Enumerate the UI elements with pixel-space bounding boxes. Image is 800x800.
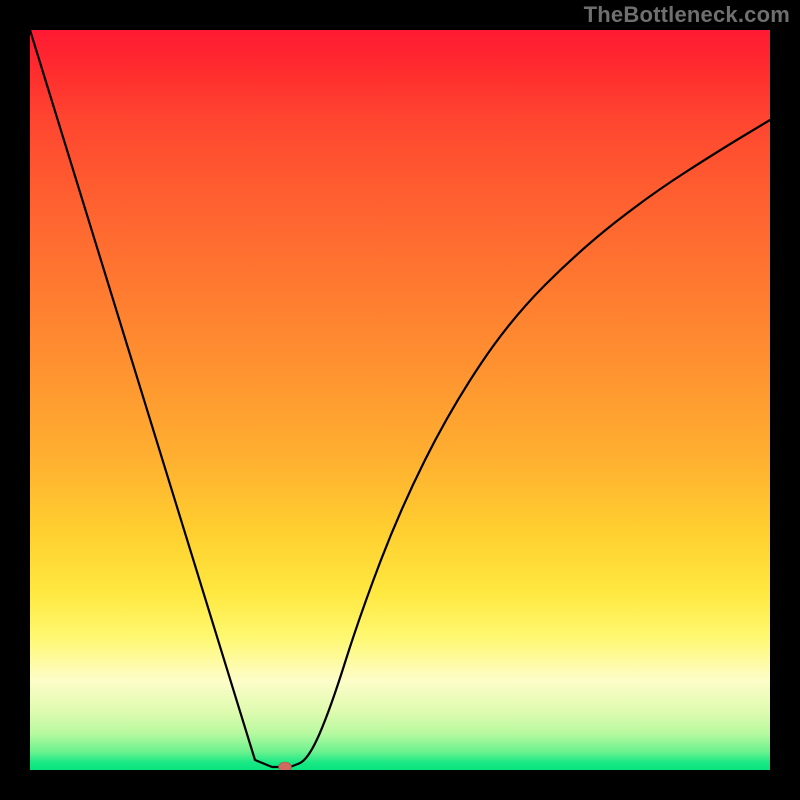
optimal-point-marker (279, 762, 292, 770)
chart-frame: TheBottleneck.com (0, 0, 800, 800)
plot-area (30, 30, 770, 770)
curve-svg (30, 30, 770, 770)
bottleneck-curve (30, 30, 770, 767)
watermark-text: TheBottleneck.com (584, 2, 790, 28)
